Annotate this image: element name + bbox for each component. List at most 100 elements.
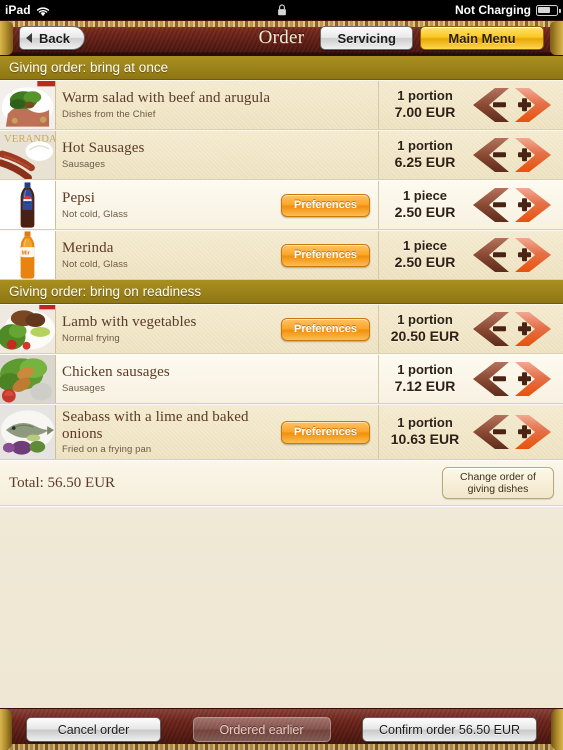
plus-chevron-icon[interactable] [513, 136, 557, 174]
item-price: 7.00 EUR [394, 104, 456, 121]
quantity-stepper [467, 310, 557, 348]
chevron-left-icon [26, 33, 32, 43]
table-row[interactable]: Seabass with a lime and baked onions Fri… [0, 404, 563, 460]
section-header-label: Giving order: bring at once [9, 60, 169, 75]
ios-status-bar: iPad Not Charging [0, 0, 563, 20]
item-quantity: 1 portion [397, 415, 453, 431]
row-body: Pepsi Not cold, Glass Preferences [56, 181, 378, 229]
plus-chevron-icon[interactable] [513, 236, 557, 274]
table-row[interactable]: Lamb with vegetables Normal frying Prefe… [0, 304, 563, 354]
preferences-button[interactable]: Preferences [281, 317, 370, 341]
plus-chevron-icon[interactable] [513, 86, 557, 124]
item-quantity: 1 portion [397, 88, 453, 104]
minus-chevron-icon[interactable] [467, 413, 511, 451]
quantity-stepper [467, 236, 557, 274]
preferences-button-label: Preferences [294, 249, 357, 261]
servicing-button-label: Servicing [337, 30, 396, 46]
plus-chevron-icon[interactable] [513, 186, 557, 224]
table-row[interactable]: VERANDA Hot Sausages Sausages 1 portion … [0, 130, 563, 180]
row-text-block: Merinda Not cold, Glass [62, 240, 281, 270]
minus-chevron-icon[interactable] [467, 236, 511, 274]
row-text-block: Warm salad with beef and arugula Dishes … [62, 90, 378, 120]
main-menu-button[interactable]: Main Menu [420, 26, 544, 50]
item-title: Lamb with vegetables [62, 314, 197, 331]
item-quantity: 1 piece [402, 238, 448, 254]
device-name-label: iPad [5, 3, 31, 17]
item-subtitle: Fried on a frying pan [62, 444, 152, 456]
item-quantity: 1 portion [397, 362, 453, 378]
qty-price-block: 1 portion 7.12 EUR [386, 362, 464, 396]
change-order-button-label: Change order of giving dishes [460, 470, 536, 495]
row-body: Hot Sausages Sausages [56, 131, 378, 179]
preferences-button[interactable]: Preferences [281, 243, 370, 267]
table-row[interactable]: Mir Merinda Not cold, Glass Preferences … [0, 230, 563, 280]
row-controls: 1 portion 7.00 EUR [378, 81, 563, 129]
gold-corner-left-ornament [0, 21, 13, 55]
quantity-stepper [467, 360, 557, 398]
item-quantity: 1 piece [402, 188, 448, 204]
gold-corner-right-ornament [550, 21, 563, 55]
cancel-order-button[interactable]: Cancel order [26, 717, 161, 742]
table-row[interactable]: Pepsi Not cold, Glass Preferences 1 piec… [0, 180, 563, 230]
back-button[interactable]: Back [19, 26, 85, 50]
sausages-photo-thumbnail: VERANDA [0, 131, 56, 179]
quantity-stepper [467, 86, 557, 124]
status-bar-left: iPad [5, 3, 50, 17]
toolbar-gold-corner-left [0, 709, 12, 750]
item-price: 7.12 EUR [394, 378, 456, 395]
back-button-label: Back [38, 30, 71, 46]
item-title: Merinda [62, 240, 114, 257]
main-menu-button-label: Main Menu [448, 30, 516, 46]
row-body: Chicken sausages Sausages [56, 355, 378, 403]
item-quantity: 1 portion [397, 138, 453, 154]
quantity-stepper [467, 186, 557, 224]
order-screen: iPad Not Charging Back Order Servicing M… [0, 0, 563, 750]
merinda-bottle-thumbnail: Mir [0, 231, 56, 279]
order-item-list-section-1: Warm salad with beef and arugula Dishes … [0, 80, 563, 280]
minus-chevron-icon[interactable] [467, 186, 511, 224]
item-subtitle: Dishes from the Chief [62, 108, 156, 120]
qty-price-block: 1 portion 7.00 EUR [386, 88, 464, 122]
seabass-photo-thumbnail [0, 405, 56, 459]
item-price: 2.50 EUR [394, 204, 456, 221]
qty-price-block: 1 portion 20.50 EUR [386, 312, 464, 346]
item-subtitle: Sausages [62, 158, 106, 170]
preferences-button[interactable]: Preferences [281, 420, 370, 444]
navbar-right-buttons: Servicing Main Menu [320, 26, 544, 50]
preferences-button[interactable]: Preferences [281, 193, 370, 217]
svg-text:Mir: Mir [22, 251, 31, 257]
row-body: Lamb with vegetables Normal frying Prefe… [56, 305, 378, 353]
change-order-of-giving-dishes-button[interactable]: Change order of giving dishes [442, 466, 554, 500]
servicing-button[interactable]: Servicing [320, 26, 413, 50]
row-text-block: Hot Sausages Sausages [62, 140, 378, 170]
ordered-earlier-button[interactable]: Ordered earlier [192, 717, 331, 742]
minus-chevron-icon[interactable] [467, 310, 511, 348]
section-header-label: Giving order: bring on readiness [9, 284, 202, 299]
pepsi-bottle-thumbnail [0, 181, 56, 229]
minus-chevron-icon[interactable] [467, 86, 511, 124]
plus-chevron-icon[interactable] [513, 310, 557, 348]
order-total-bar: Total: 56.50 EUR Change order of giving … [0, 460, 563, 506]
cancel-order-label: Cancel order [57, 722, 130, 737]
minus-chevron-icon[interactable] [467, 136, 511, 174]
plus-chevron-icon[interactable] [513, 413, 557, 451]
item-price: 10.63 EUR [390, 431, 460, 448]
preferences-button-label: Preferences [294, 199, 357, 211]
confirm-order-button[interactable]: Confirm order 56.50 EUR [362, 717, 537, 742]
row-body: Merinda Not cold, Glass Preferences [56, 231, 378, 279]
minus-chevron-icon[interactable] [467, 360, 511, 398]
row-body: Seabass with a lime and baked onions Fri… [56, 405, 378, 459]
status-bar-right: Not Charging [455, 3, 561, 17]
table-row[interactable]: Warm salad with beef and arugula Dishes … [0, 80, 563, 130]
plus-chevron-icon[interactable] [513, 360, 557, 398]
wifi-icon [36, 6, 50, 17]
section-header-bring-on-readiness: Giving order: bring on readiness [0, 280, 563, 304]
item-subtitle: Sausages [62, 382, 106, 394]
row-text-block: Chicken sausages Sausages [62, 364, 378, 394]
item-title: Warm salad with beef and arugula [62, 90, 271, 107]
quantity-stepper [467, 136, 557, 174]
table-row[interactable]: Chicken sausages Sausages 1 portion 7.12… [0, 354, 563, 404]
qty-price-block: 1 piece 2.50 EUR [386, 238, 464, 272]
order-total-label: Total: 56.50 EUR [9, 474, 116, 491]
section-header-bring-at-once: Giving order: bring at once [0, 56, 563, 80]
